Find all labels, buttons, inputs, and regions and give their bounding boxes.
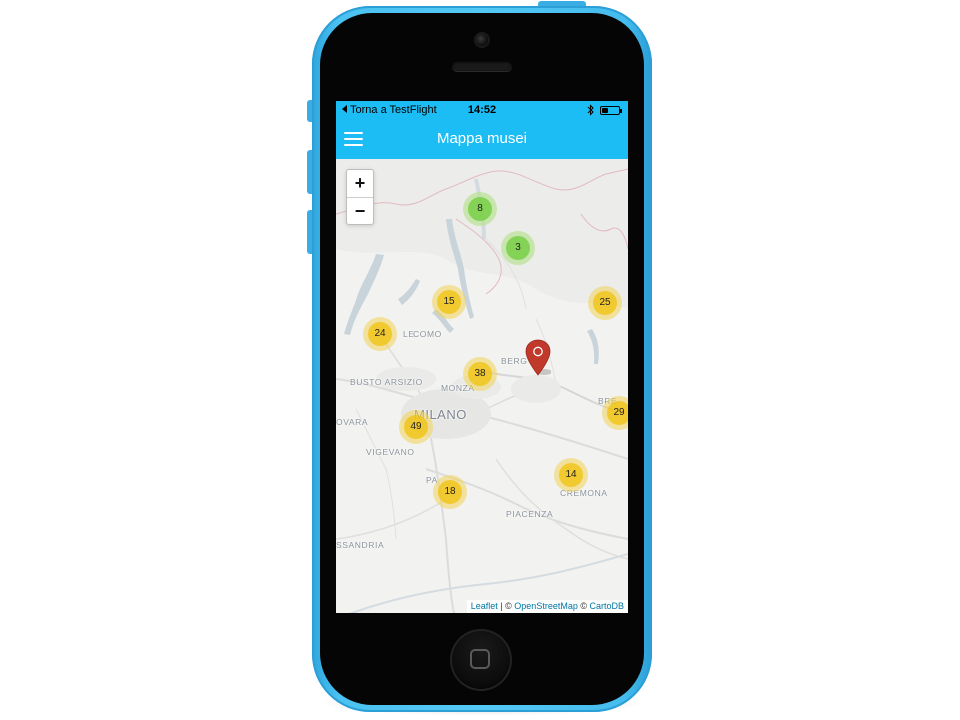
bluetooth-icon (587, 104, 594, 116)
page-title: Mappa musei (436, 130, 528, 147)
stage: Torna a TestFlight 14:52 Mappa musei LE … (0, 0, 960, 720)
app-screen: Torna a TestFlight 14:52 Mappa musei LE … (336, 101, 628, 613)
cluster-count: 15 (437, 290, 461, 314)
battery-tip (620, 109, 622, 113)
zoom-out-button[interactable]: − (347, 198, 373, 225)
city-label-piacenza: PIACENZA (506, 509, 554, 519)
cluster-marker[interactable]: 14 (554, 458, 588, 492)
cluster-count: 38 (468, 362, 492, 386)
city-label-busto-arsizio: BUSTO ARSIZIO (350, 377, 423, 387)
cluster-marker[interactable]: 15 (432, 285, 466, 319)
zoom-in-button[interactable]: + (347, 170, 373, 197)
cluster-marker[interactable]: 24 (363, 317, 397, 351)
map-attribution: Leaflet | © OpenStreetMap © CartoDB (466, 600, 628, 613)
city-label-novara: OVARA (336, 417, 369, 427)
status-bar: Torna a TestFlight 14:52 (336, 101, 628, 120)
cluster-count: 3 (506, 236, 530, 260)
cluster-marker[interactable]: 8 (463, 192, 497, 226)
nav-bar: Mappa musei (336, 120, 628, 159)
cluster-count: 29 (607, 401, 628, 425)
cluster-marker[interactable]: 49 (399, 410, 433, 444)
openstreetmap-link[interactable]: OpenStreetMap (514, 601, 578, 611)
home-square-icon (470, 649, 490, 669)
cluster-count: 49 (404, 415, 428, 439)
cluster-count: 24 (368, 322, 392, 346)
cluster-marker[interactable]: 38 (463, 357, 497, 391)
leaflet-link[interactable]: Leaflet (471, 601, 498, 611)
attribution-separator: © (577, 601, 590, 611)
cluster-count: 25 (593, 291, 617, 315)
city-label-como: COMO (413, 329, 442, 339)
cluster-count: 8 (468, 197, 492, 221)
cluster-marker[interactable]: 18 (433, 475, 467, 509)
cluster-marker[interactable]: 3 (501, 231, 535, 265)
city-label-alessandria: SSANDRIA (336, 540, 385, 550)
map-pin-icon[interactable] (525, 339, 551, 377)
status-time: 14:52 (467, 104, 497, 116)
city-label-bergamo: BERG (501, 356, 528, 366)
cluster-marker[interactable]: 25 (588, 286, 622, 320)
attribution-separator: | © (497, 601, 515, 611)
city-label-vigevano: VIGEVANO (366, 447, 415, 457)
battery-level (602, 108, 608, 113)
cartodb-link[interactable]: CartoDB (589, 601, 624, 611)
cluster-count: 14 (559, 463, 583, 487)
earpiece-speaker (452, 61, 512, 71)
battery-icon (600, 106, 620, 115)
map-view[interactable]: LE COMO BUSTO ARSIZIO MONZA MILANO OVARA… (336, 159, 628, 613)
cluster-marker[interactable]: 29 (602, 396, 628, 430)
cluster-count: 18 (438, 480, 462, 504)
zoom-control: + − (346, 169, 374, 225)
front-camera (476, 34, 488, 46)
